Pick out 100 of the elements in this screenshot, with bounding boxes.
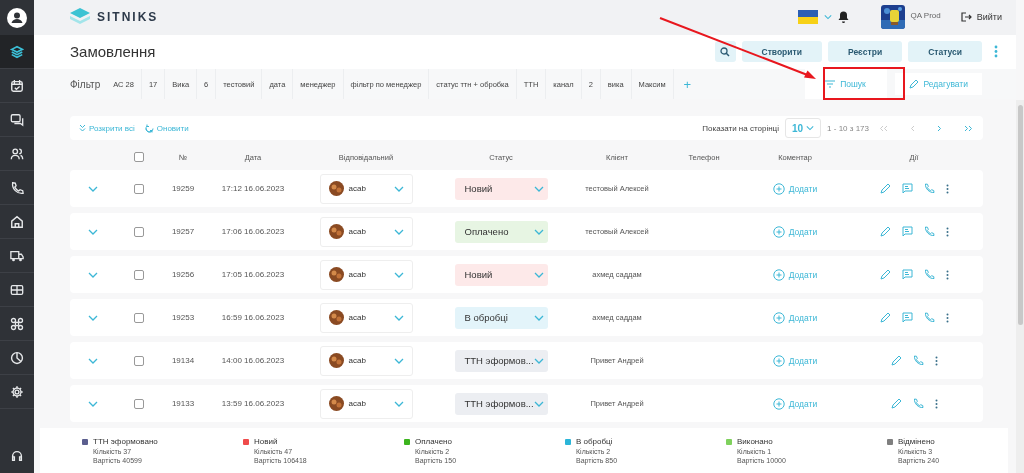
status-name: Новий [254,437,278,446]
expand-row-button[interactable] [88,271,98,278]
status-select[interactable]: Оплачено [454,220,548,243]
plus-circle-icon [772,354,785,367]
row-checkbox[interactable] [133,183,144,194]
status-select[interactable]: Новий [454,177,548,200]
headset-icon [10,449,24,463]
layers-icon [10,44,24,59]
chevron-down-icon [393,400,404,407]
home-icon [10,214,24,229]
message-button[interactable] [901,312,913,323]
refresh-icon [144,123,154,133]
expand-row-button[interactable] [88,400,98,407]
message-button[interactable] [901,226,913,237]
more-button[interactable] [945,269,949,280]
more-button[interactable] [945,226,949,237]
filter-label: Фільтр [70,78,101,90]
edit-button[interactable] [879,183,891,194]
phone-icon [923,269,935,280]
row-checkbox[interactable] [133,312,144,323]
ukraine-flag-icon[interactable] [797,10,818,25]
search-button[interactable] [714,41,736,63]
phone-icon [923,226,935,237]
more-button[interactable] [934,398,938,409]
order-number: 19259 [171,184,195,193]
filter-icon [825,80,836,88]
phone-icon [923,183,935,194]
chevron-down-icon [88,357,98,364]
expand-row-button[interactable] [88,185,98,192]
more-icon [945,269,949,280]
order-number: 19134 [171,356,195,365]
sidebar-item[interactable] [0,35,34,69]
chevron-down-icon [533,400,544,407]
manager-select[interactable]: acab [319,173,413,204]
phone-icon [912,355,924,366]
chevron-down-icon [806,125,815,131]
manager-select[interactable]: acab [319,345,413,376]
more-icon [945,312,949,323]
user-avatar-icon[interactable] [7,7,27,28]
plus-circle-icon [772,397,785,410]
pie-chart-icon [10,350,24,365]
order-date: 13:59 16.06.2023 [221,399,285,408]
order-date: 16:59 16.06.2023 [221,313,285,322]
manager-select[interactable]: acab [319,388,413,419]
pencil-icon [890,355,902,366]
more-button[interactable] [945,312,949,323]
scrollbar-thumb[interactable] [1018,105,1023,325]
row-checkbox[interactable] [133,398,144,409]
chevron-down-icon [88,228,98,235]
status-select[interactable]: ТТН эформов... [454,349,548,372]
action-button[interactable]: Реєстри [827,41,903,63]
more-button[interactable] [934,355,938,366]
call-button[interactable] [923,312,935,323]
action-button[interactable]: Створити [741,41,822,63]
edit-button[interactable] [890,355,902,366]
manager-select[interactable]: acab [319,302,413,333]
page-range: 1 - 10 з 173 [827,123,869,133]
row-checkbox[interactable] [133,355,144,366]
edit-button[interactable] [890,398,902,409]
order-number: 19133 [171,399,195,408]
message-icon [901,269,913,280]
left-icon [910,124,915,132]
more-button[interactable] [945,183,949,194]
manager-select[interactable]: acab [319,216,413,247]
double-right-icon [964,124,973,132]
expand-row-button[interactable] [88,314,98,321]
edit-button[interactable] [879,226,891,237]
order-number: 19253 [171,313,195,322]
bell-icon[interactable] [837,11,849,24]
call-button[interactable] [923,226,935,237]
phone-icon [10,180,24,195]
action-button[interactable]: Статуси [908,41,982,63]
select-all-checkbox[interactable] [133,152,144,162]
manager-select[interactable]: acab [319,259,413,290]
more-icon [945,183,949,194]
status-select[interactable]: ТТН эформов... [454,392,548,415]
message-button[interactable] [901,269,913,280]
edit-button[interactable] [879,312,891,323]
status-select[interactable]: В обробці [454,306,548,329]
chevron-down-icon [393,357,404,364]
call-button[interactable] [912,355,924,366]
edit-button[interactable] [879,269,891,280]
plus-circle-icon [772,182,785,195]
manager-avatar-icon [328,267,344,282]
status-select[interactable]: Новий [454,263,548,286]
double-chevron-icon [79,124,86,132]
people-icon [10,146,24,161]
row-checkbox[interactable] [133,269,144,280]
message-icon [901,183,913,194]
call-button[interactable] [912,398,924,409]
expand-row-button[interactable] [88,228,98,235]
row-checkbox[interactable] [133,226,144,237]
manager-avatar-icon [328,224,344,239]
call-button[interactable] [923,183,935,194]
expand-row-button[interactable] [88,357,98,364]
call-button[interactable] [923,269,935,280]
logout-button[interactable]: Вийти [960,12,1002,23]
chat-icon [10,112,24,127]
status-name: Оплачено [415,437,452,446]
message-button[interactable] [901,183,913,194]
